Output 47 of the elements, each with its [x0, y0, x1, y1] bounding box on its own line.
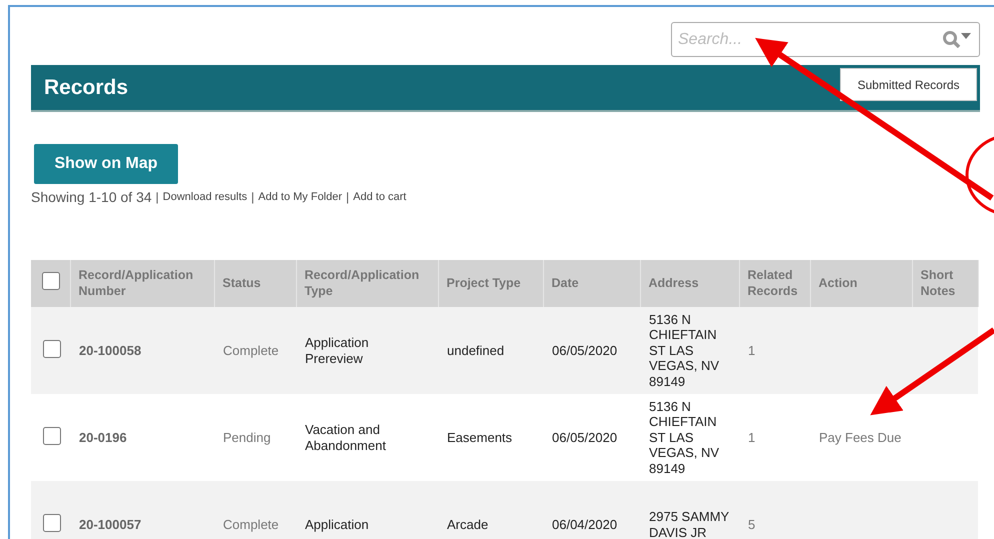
address-text: 5136 N CHIEFTAIN ST LAS VEGAS, NV 89149: [649, 312, 720, 389]
results-link[interactable]: Add to My Folder: [258, 191, 342, 203]
column-header[interactable]: Status: [214, 260, 296, 307]
separator: |: [156, 190, 159, 204]
column-header[interactable]: Record/Application Type: [296, 260, 438, 307]
record-type: Application Prereview: [305, 334, 369, 366]
separator: |: [251, 190, 254, 204]
column-header[interactable]: Record/Application Number: [70, 260, 214, 307]
status-text: Complete: [223, 516, 279, 532]
column-header[interactable]: Project Type: [438, 260, 543, 307]
status-text: Complete: [223, 342, 279, 358]
page-title: Records: [43, 75, 128, 100]
row-checkbox[interactable]: [43, 340, 61, 358]
related-count: 1: [748, 430, 756, 445]
record-type: Application: [305, 516, 369, 532]
action-text[interactable]: Pay Fees Due: [819, 430, 902, 445]
status-text: Pending: [223, 430, 271, 445]
record-type: Vacation and Abandonment: [305, 422, 386, 452]
results-count: Showing 1-10 of 34: [31, 189, 152, 205]
column-header[interactable]: Short Notes: [912, 260, 978, 307]
record-number[interactable]: 20-0196: [79, 430, 127, 445]
show-on-map-button[interactable]: Show on Map: [34, 144, 178, 184]
record-number[interactable]: 20-100057: [79, 516, 142, 532]
date-text: 06/04/2020: [552, 516, 618, 532]
project-type: undefined: [447, 342, 504, 358]
results-link[interactable]: Add to cart: [353, 191, 406, 203]
related-count: 1: [748, 342, 756, 358]
select-all-checkbox[interactable]: [42, 272, 60, 290]
row-checkbox[interactable]: [43, 426, 61, 445]
address-text: 2975 SAMMY DAVIS JR: [649, 508, 729, 539]
project-type: Arcade: [447, 516, 488, 532]
date-text: 06/05/2020: [552, 342, 618, 358]
separator: |: [346, 190, 350, 204]
column-header[interactable]: Date: [543, 260, 640, 307]
project-type: Easements: [447, 430, 512, 445]
column-header[interactable]: Address: [640, 260, 739, 307]
search-field[interactable]: Search...: [671, 22, 980, 57]
row-checkbox[interactable]: [43, 514, 61, 532]
address-text: 5136 N CHIEFTAIN ST LAS VEGAS, NV 89149: [649, 398, 720, 476]
date-text: 06/05/2020: [552, 430, 618, 445]
results-link[interactable]: Download results: [162, 191, 248, 203]
submitted-records-button[interactable]: Submitted Records: [840, 68, 977, 101]
related-count: 5: [748, 516, 756, 532]
search-icon: [942, 30, 972, 48]
column-header[interactable]: Related Records: [739, 260, 810, 307]
column-header[interactable]: Action: [810, 260, 912, 307]
record-number[interactable]: 20-100058: [79, 342, 142, 358]
